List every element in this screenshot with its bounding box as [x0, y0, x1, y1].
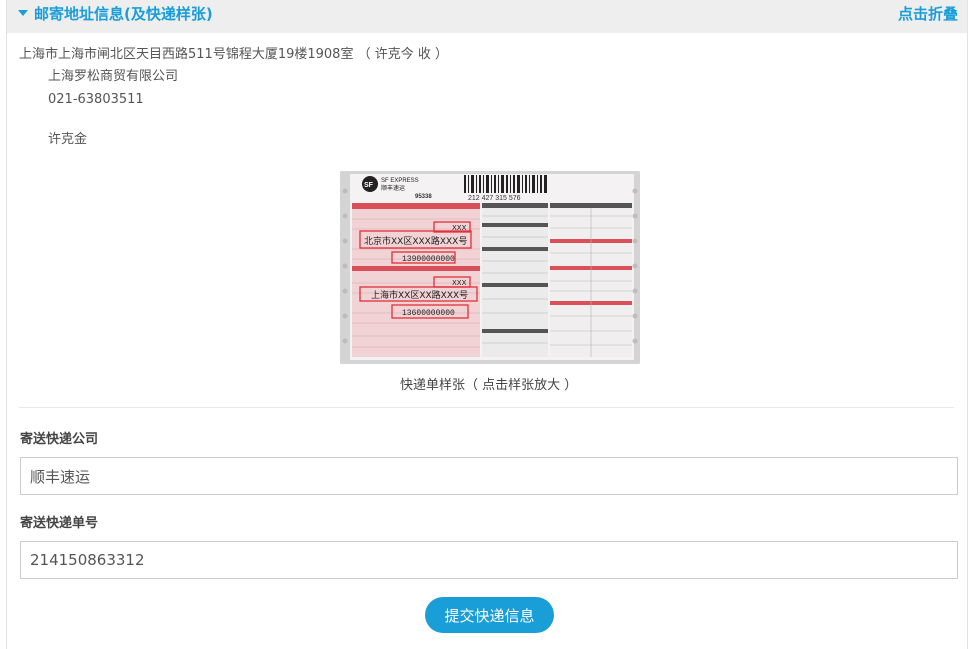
svg-text:北京市XX区XXX路XXX号: 北京市XX区XXX路XXX号 [364, 235, 467, 247]
mailing-address: 上海市上海市闸北区天目西路511号锦程大厦19楼1908室 （ 许克今 收 ） [19, 47, 448, 62]
collapse-link[interactable]: 点击折叠 [898, 4, 958, 24]
divider [19, 407, 954, 408]
company-name: 上海罗松商贸有限公司 [48, 69, 179, 84]
waybill-sample-image[interactable]: SF SF EXPRESS 顺丰速运 95338 212 427 315 576 [340, 171, 640, 364]
svg-text:13600000000: 13600000000 [402, 309, 455, 318]
submit-courier-button[interactable]: 提交快递信息 [425, 597, 554, 633]
svg-text:212 427 315 576: 212 427 315 576 [468, 195, 521, 202]
svg-text:SF: SF [364, 182, 374, 189]
sample-caption[interactable]: 快递单样张（ 点击样张放大 ） [400, 377, 577, 395]
panel-title[interactable]: 邮寄地址信息(及快递样张) [34, 4, 213, 24]
tracking-number-label: 寄送快递单号 [20, 516, 99, 531]
mailing-info-panel: 邮寄地址信息(及快递样张) 点击折叠 上海市上海市闸北区天目西路511号锦程大厦… [6, 0, 968, 649]
svg-text:95338: 95338 [415, 194, 432, 200]
tracking-number-input[interactable] [20, 541, 958, 579]
courier-company-input[interactable] [20, 457, 958, 495]
panel-header: 邮寄地址信息(及快递样张) 点击折叠 [7, 0, 967, 33]
svg-text:13900000000: 13900000000 [402, 255, 455, 264]
svg-text:SF EXPRESS: SF EXPRESS [381, 178, 419, 184]
svg-text:顺丰速运: 顺丰速运 [381, 184, 405, 192]
phone-number: 021-63803511 [48, 92, 144, 107]
courier-company-label: 寄送快递公司 [20, 432, 99, 447]
svg-text:XXX: XXX [452, 279, 467, 287]
contact-name: 许克金 [48, 132, 88, 147]
svg-text:上海市XX区XX路XXX号: 上海市XX区XX路XXX号 [371, 289, 468, 301]
caret-down-icon[interactable] [18, 10, 28, 16]
